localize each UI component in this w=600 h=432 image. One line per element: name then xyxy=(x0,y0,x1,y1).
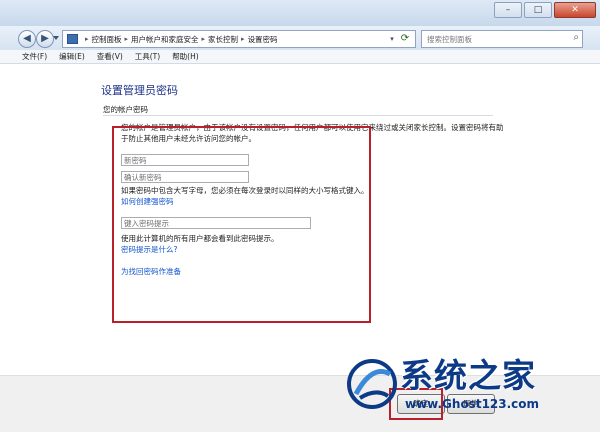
menu-help[interactable]: 帮助(H) xyxy=(172,51,199,62)
maximize-button[interactable]: □ xyxy=(524,2,552,18)
refresh-icon[interactable]: ⟳ xyxy=(398,31,412,47)
window-controls: – □ ✕ xyxy=(494,2,596,18)
section-label: 您的帐户密码 xyxy=(103,105,148,114)
menu-view[interactable]: 查看(V) xyxy=(97,51,123,62)
close-button[interactable]: ✕ xyxy=(554,2,596,18)
page-title: 设置管理员密码 xyxy=(101,84,178,97)
minimize-button[interactable]: – xyxy=(494,2,522,18)
breadcrumb-box[interactable]: ▸ 控制面板 ▸ 用户帐户和家庭安全 ▸ 家长控制 ▸ 设置密码 ▾ ⟳ xyxy=(62,30,416,48)
search-icon[interactable]: ⌕ xyxy=(573,32,579,43)
address-bar: ◀ ▶ ▸ 控制面板 ▸ 用户帐户和家庭安全 ▸ 家长控制 ▸ 设置密码 ▾ ⟳… xyxy=(0,26,600,51)
control-panel-icon xyxy=(67,34,78,44)
menu-bar: 文件(F) 编辑(E) 查看(V) 工具(T) 帮助(H) xyxy=(0,50,600,64)
breadcrumb-user-accounts[interactable]: 用户帐户和家庭安全 xyxy=(131,34,199,45)
breadcrumb-arrow-icon[interactable]: ▸ xyxy=(202,35,206,43)
recent-pages-dropdown-icon[interactable] xyxy=(53,36,59,40)
breadcrumb-arrow-icon[interactable]: ▸ xyxy=(85,35,89,43)
search-input[interactable]: 搜索控制面板 ⌕ xyxy=(421,30,583,48)
breadcrumb: ▸ 控制面板 ▸ 用户帐户和家庭安全 ▸ 家长控制 ▸ 设置密码 xyxy=(67,31,278,47)
chevron-down-icon[interactable]: ▾ xyxy=(387,31,397,47)
breadcrumb-set-password[interactable]: 设置密码 xyxy=(248,34,278,45)
highlight-box xyxy=(112,126,371,323)
watermark-name: 系统之家 xyxy=(400,356,536,395)
watermark-logo-icon xyxy=(347,359,397,409)
search-placeholder: 搜索控制面板 xyxy=(427,35,472,44)
breadcrumb-arrow-icon[interactable]: ▸ xyxy=(241,35,245,43)
back-icon[interactable]: ◀ xyxy=(18,30,36,48)
section-divider xyxy=(103,115,493,116)
breadcrumb-arrow-icon[interactable]: ▸ xyxy=(125,35,129,43)
menu-tools[interactable]: 工具(T) xyxy=(135,51,160,62)
window-title-bar: – □ ✕ xyxy=(0,0,600,26)
forward-icon[interactable]: ▶ xyxy=(36,30,54,48)
breadcrumb-parental-controls[interactable]: 家长控制 xyxy=(208,34,238,45)
breadcrumb-control-panel[interactable]: 控制面板 xyxy=(92,34,122,45)
watermark-url: www.Ghost123.com xyxy=(405,397,540,411)
main-content: 设置管理员密码 您的帐户密码 您的帐户是管理员帐户，由于该帐户没有设置密码，任何… xyxy=(0,65,600,375)
menu-file[interactable]: 文件(F) xyxy=(22,51,47,62)
menu-edit[interactable]: 编辑(E) xyxy=(59,51,85,62)
